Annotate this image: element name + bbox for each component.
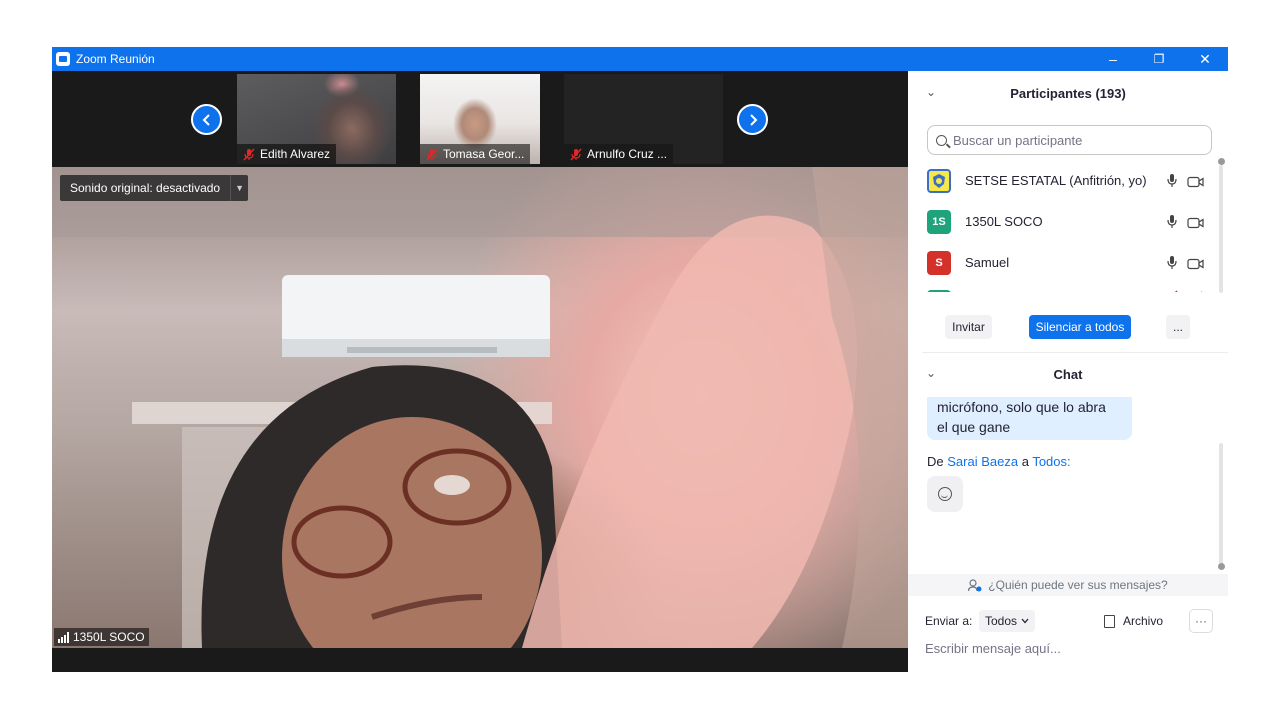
signal-strength-icon xyxy=(58,631,69,643)
mic-muted-icon xyxy=(426,147,438,161)
participant-search-input[interactable]: Buscar un participante xyxy=(927,125,1212,155)
participant-avatar: 1S xyxy=(927,209,951,234)
meeting-bottom-bar xyxy=(52,648,908,672)
video-camera-icon[interactable] xyxy=(1187,216,1204,228)
mic-muted-icon xyxy=(570,147,582,161)
participants-header: ⌄ Participantes (193) xyxy=(908,71,1228,115)
search-placeholder: Buscar un participante xyxy=(953,132,1083,148)
chat-title: Chat xyxy=(1053,366,1083,382)
video-off-icon[interactable] xyxy=(1187,290,1204,292)
window-controls: – ❐ ✕ xyxy=(1090,47,1228,71)
chevron-down-icon xyxy=(1021,618,1029,624)
send-file-button[interactable]: Archivo xyxy=(1104,610,1163,632)
scrollbar-cap xyxy=(1218,563,1225,570)
chat-message-input[interactable]: Escribir mensaje aquí... xyxy=(925,641,1061,656)
participant-row[interactable] xyxy=(908,283,1218,292)
participant-avatar: S xyxy=(927,250,951,275)
side-panel: ⌄ Participantes (193) Buscar un particip… xyxy=(908,71,1228,672)
participants-title: Participantes (193) xyxy=(1010,85,1126,101)
who-can-see-label: ¿Quién puede ver sus mensajes? xyxy=(988,578,1168,592)
speaker-name: 1350L SOCO xyxy=(73,630,145,644)
mute-all-button[interactable]: Silenciar a todos xyxy=(1029,315,1131,339)
send-to-row: Enviar a: Todos Archivo ··· xyxy=(908,608,1228,634)
zoom-logo-icon xyxy=(56,52,70,66)
thumbnail-label: Edith Alvarez xyxy=(237,144,337,164)
minimize-button[interactable]: – xyxy=(1090,47,1136,71)
microphone-icon[interactable] xyxy=(1165,214,1179,230)
video-thumbnail[interactable]: Edith Alvarez xyxy=(237,74,396,164)
participant-avatar xyxy=(927,290,951,292)
previous-page-button[interactable] xyxy=(191,104,222,135)
video-thumbnail[interactable]: Arnulfo Cruz ... xyxy=(564,74,723,164)
restore-button[interactable]: ❐ xyxy=(1136,47,1182,71)
scrollbar-cap xyxy=(1218,158,1225,165)
recipient-name: Todos: xyxy=(1032,454,1071,469)
participant-list: SETSE ESTATAL (Anfitrión, yo) 1S 1350L S… xyxy=(908,160,1218,292)
next-page-button[interactable] xyxy=(737,104,768,135)
video-thumbnail[interactable]: Tomasa Geor... xyxy=(420,74,540,164)
smiley-icon xyxy=(938,487,952,501)
close-button[interactable]: ✕ xyxy=(1182,47,1228,71)
send-to-dropdown[interactable]: Todos xyxy=(979,610,1036,632)
sender-connector: a xyxy=(1021,454,1029,469)
participant-name: Edith Alvarez xyxy=(260,147,331,161)
thumbnail-label: Arnulfo Cruz ... xyxy=(564,144,674,164)
invite-button[interactable]: Invitar xyxy=(945,315,992,339)
microphone-icon[interactable] xyxy=(1165,173,1179,189)
microphone-icon[interactable] xyxy=(1165,255,1179,271)
chat-scrollbar[interactable] xyxy=(1219,443,1223,565)
participant-row[interactable]: 1S 1350L SOCO xyxy=(908,201,1218,242)
search-icon xyxy=(936,134,947,146)
sender-prefix: De xyxy=(927,454,944,469)
who-can-see-messages-link[interactable]: ¿Quién puede ver sus mensajes? xyxy=(908,574,1228,596)
video-thumbnail-strip: Edith Alvarez Tomasa Geor... Arnulfo Cru… xyxy=(52,71,908,167)
person-info-icon xyxy=(968,578,982,591)
file-label: Archivo xyxy=(1123,614,1164,628)
chevron-right-icon xyxy=(749,113,757,126)
participant-name: Arnulfo Cruz ... xyxy=(587,147,668,161)
shield-logo-icon xyxy=(933,173,945,188)
active-speaker-video[interactable]: Sonido original: desactivado ▼ 1350L SOC… xyxy=(52,167,908,648)
collapse-chevron-icon[interactable]: ⌄ xyxy=(926,366,936,380)
participant-row[interactable]: S Samuel xyxy=(908,242,1218,283)
chat-messages: micrófono, solo que lo abra el que gane … xyxy=(908,397,1218,527)
window-title: Zoom Reunión xyxy=(76,52,155,66)
chat-message-line: micrófono, solo que lo abra xyxy=(937,399,1106,415)
chat-message-line: el que gane xyxy=(937,419,1011,435)
sender-name[interactable]: Sarai Baeza xyxy=(947,454,1018,469)
participant-list-scrollbar[interactable] xyxy=(1219,165,1223,293)
collapse-chevron-icon[interactable]: ⌄ xyxy=(926,85,936,99)
chat-sender-line: De Sarai Baeza a Todos: xyxy=(927,454,1071,469)
chat-message-bubble: micrófono, solo que lo abra el que gane xyxy=(927,397,1132,440)
speaker-name-tag: 1350L SOCO xyxy=(54,628,149,646)
participant-name: SETSE ESTATAL (Anfitrión, yo) xyxy=(965,173,1147,188)
participant-name: Samuel xyxy=(965,255,1010,270)
chat-header: ⌄ Chat xyxy=(908,352,1228,396)
video-frame-image xyxy=(52,167,908,648)
chevron-down-icon[interactable]: ▼ xyxy=(230,175,248,201)
file-icon xyxy=(1104,614,1115,628)
participant-name: 1350L SOCO xyxy=(965,214,1043,229)
send-to-label: Enviar a: xyxy=(925,614,973,628)
more-options-button[interactable]: ... xyxy=(1166,315,1190,339)
video-camera-icon[interactable] xyxy=(1187,257,1204,269)
video-camera-icon[interactable] xyxy=(1187,175,1204,187)
mic-muted-icon[interactable] xyxy=(1165,290,1179,292)
participant-name: Tomasa Geor... xyxy=(443,147,525,161)
chevron-left-icon xyxy=(202,113,210,126)
thumbnail-label: Tomasa Geor... xyxy=(420,144,531,164)
chat-emoji-message xyxy=(927,476,963,512)
chat-options-button[interactable]: ··· xyxy=(1189,609,1213,633)
host-avatar xyxy=(927,168,951,193)
participant-row[interactable]: SETSE ESTATAL (Anfitrión, yo) xyxy=(908,160,1218,201)
title-bar: Zoom Reunión – ❐ ✕ xyxy=(52,47,1228,71)
mic-muted-icon xyxy=(243,147,255,161)
send-to-value: Todos xyxy=(985,614,1018,628)
zoom-window: Zoom Reunión – ❐ ✕ Edith Alvarez Tomasa … xyxy=(52,47,1228,672)
original-sound-toggle[interactable]: Sonido original: desactivado ▼ xyxy=(60,175,249,201)
original-sound-label: Sonido original: desactivado xyxy=(70,181,221,195)
